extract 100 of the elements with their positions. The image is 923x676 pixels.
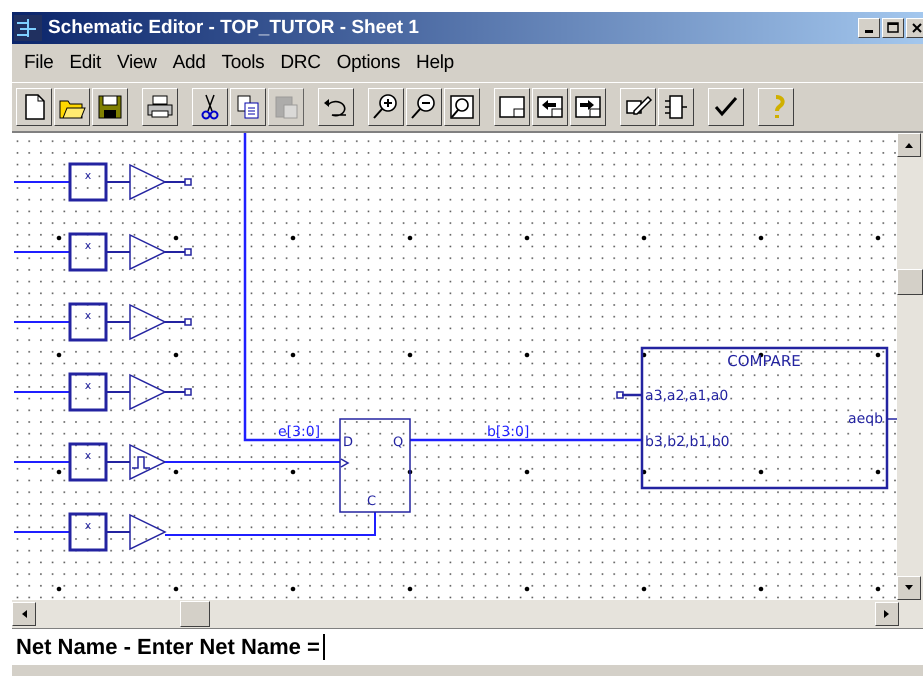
buffer-symbol [129,374,167,410]
buffer-symbol [129,234,167,270]
gate-box [68,512,108,552]
toolbar-button[interactable] [444,88,480,126]
menu-item[interactable]: Help [408,50,462,76]
command-prompt: Net Name - Enter Net Name = [16,634,320,660]
scroll-up-button[interactable] [897,133,921,157]
toolbar-button[interactable] [570,88,606,126]
gate-label: x [84,309,92,322]
zoom-in-icon [373,94,397,119]
menu-item[interactable]: Add [164,50,214,76]
port-terminal [184,388,192,396]
port-terminal [184,318,192,326]
copy-icon [238,96,258,118]
wire [14,251,70,253]
wire [106,251,130,253]
wire [14,531,70,533]
wire [165,321,185,323]
scroll-left-button[interactable] [12,602,36,626]
buffer-symbol [129,164,167,200]
gate-label: x [84,519,92,532]
toolbar-button[interactable] [192,88,228,126]
wire [106,391,130,393]
gate-label: x [84,449,92,462]
window-title: Schematic Editor - TOP_TUTOR - Sheet 1 [48,17,420,39]
scroll-right-button[interactable] [875,602,899,626]
down-arrow-icon [904,584,914,592]
toolbar-button[interactable] [658,88,694,126]
toolbar-button[interactable] [494,88,530,126]
text-cursor [322,634,325,660]
menu-item[interactable]: File [16,50,62,76]
schmitt-buffer-symbol [129,444,167,480]
toolbar-button[interactable] [318,88,354,126]
menu-item[interactable]: Options [328,50,408,76]
new-file-icon [25,94,45,120]
menu-item[interactable]: Edit [61,50,109,76]
pin-label: D [343,435,354,450]
menu-item[interactable]: View [108,50,165,76]
pin-label: C [367,494,376,509]
clipboard-icon [276,96,298,118]
checkmark-icon [714,97,738,116]
toolbar-button[interactable] [368,88,404,126]
wire [106,461,130,463]
wire [165,251,185,253]
port-terminal [184,248,192,256]
wire [14,461,70,463]
zoom-out-icon [411,94,435,119]
buffer-symbol [129,304,167,340]
gate-box [68,372,108,412]
pin-label: b3,b2,b1,b0 [645,434,730,450]
scissors-icon [202,94,218,120]
net-label: b[3:0] [487,424,530,440]
close-icon [911,22,923,34]
wire [106,321,130,323]
wire [106,531,130,533]
wire [106,181,130,183]
toolbar-button[interactable] [54,88,90,126]
menu-item[interactable]: DRC [272,50,329,76]
net-label: e[3:0] [278,424,320,440]
chip-icon [664,95,688,119]
gate-box [68,162,108,202]
toolbar-button[interactable] [142,88,178,126]
gate-box [68,232,108,272]
toolbar-button[interactable] [230,88,266,126]
folder-icon [60,100,86,118]
toolbar-button[interactable] [532,88,568,126]
gate-box [68,302,108,342]
close-button[interactable] [906,18,923,38]
right-arrow-icon [883,609,891,619]
minimize-button[interactable] [858,18,880,38]
scroll-thumb[interactable] [180,601,210,627]
toolbar-button[interactable] [758,88,794,126]
maximize-icon [887,22,899,34]
gate-label: x [84,379,92,392]
menu-item[interactable]: Tools [214,50,272,76]
toolbar-button[interactable] [708,88,744,126]
gate-label: x [84,169,92,182]
toolbar-button[interactable] [16,88,52,126]
gate-box [68,442,108,482]
maximize-button[interactable] [882,18,904,38]
wire [622,394,642,396]
scroll-thumb[interactable] [897,269,923,295]
printer-icon [148,96,172,118]
minimize-icon [865,30,873,33]
port-terminal [616,391,624,399]
app-icon [14,15,42,41]
left-arrow-icon [20,609,28,619]
pin-label: Q [393,435,404,450]
zoom-fit-icon [450,95,474,119]
pin-label: a3,a2,a1,a0 [645,388,728,404]
undo-arrow-icon [324,99,346,116]
gate-label: x [84,239,92,252]
pencil-icon [626,96,652,115]
toolbar-button[interactable] [620,88,656,126]
scroll-down-button[interactable] [897,576,921,600]
clock-pin-icon [340,458,350,468]
buffer-symbol [129,514,167,550]
toolbar-button[interactable] [406,88,442,126]
toolbar-button[interactable] [92,88,128,126]
wire [14,391,70,393]
